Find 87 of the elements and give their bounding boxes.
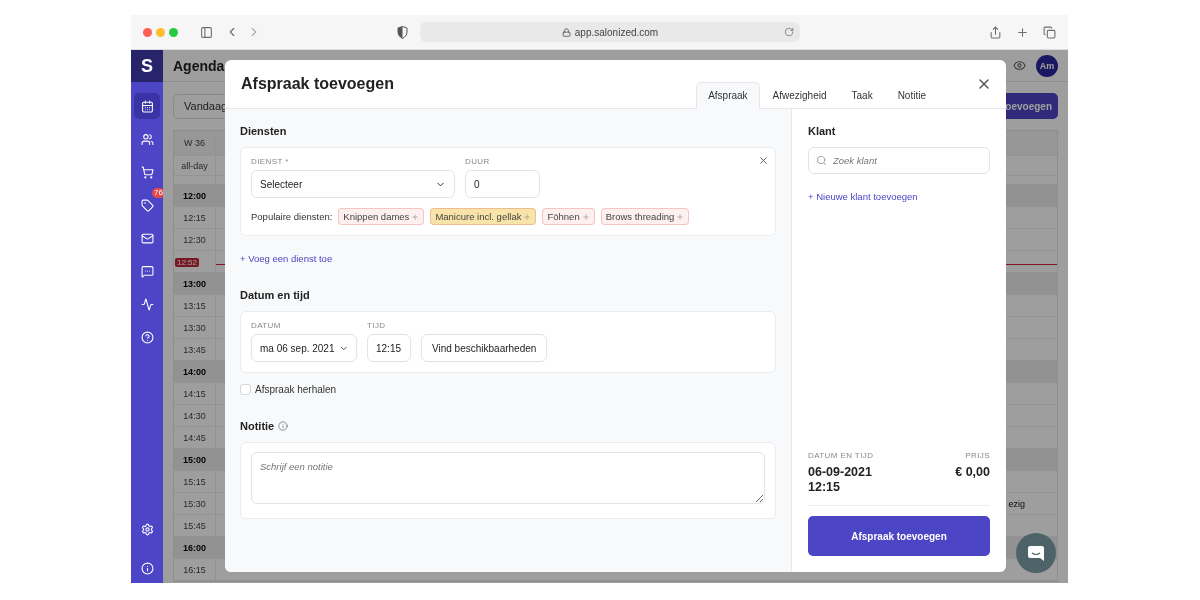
service-chip[interactable]: Knippen dames: [338, 208, 425, 225]
search-icon: [816, 155, 827, 166]
time-label: 15:45: [174, 515, 216, 536]
service-select[interactable]: Selecteer: [251, 170, 455, 198]
tag-icon: [140, 198, 154, 212]
tabs-icon[interactable]: [1043, 25, 1056, 39]
field-label: TIJD: [367, 321, 387, 330]
share-icon[interactable]: [989, 25, 1002, 39]
plus-icon: [523, 212, 532, 221]
tab[interactable]: Notitie: [885, 82, 938, 109]
time-field[interactable]: 12:15: [367, 334, 411, 362]
section-heading: Notitie: [240, 419, 275, 434]
field-label: DUUR: [465, 157, 491, 166]
service-chip[interactable]: Föhnen: [542, 208, 595, 225]
note-field[interactable]: Schrijf een notitie: [251, 452, 765, 504]
week-label: W 36: [174, 131, 216, 155]
field-label: DIENST *: [251, 157, 290, 166]
sidebar-item[interactable]: [134, 93, 160, 119]
event-text: ezig: [1008, 498, 1025, 509]
plus-icon: [581, 212, 590, 221]
eye-icon[interactable]: [1013, 59, 1026, 72]
time-label: 15:00: [174, 449, 216, 470]
summary-time: 12:15: [808, 480, 841, 495]
popular-label: Populaire diensten:: [251, 211, 333, 222]
summary-price: € 0,00: [955, 465, 990, 480]
service-chip[interactable]: Brows threading: [600, 208, 690, 225]
add-customer-link[interactable]: + Nieuwe klant toevoegen: [808, 191, 918, 202]
lock-icon: [561, 27, 571, 37]
field-label: DATUM: [251, 321, 282, 330]
summary-date: 06-09-2021: [808, 465, 873, 480]
chat-icon: [140, 264, 154, 278]
time-label: 13:15: [174, 295, 216, 316]
add-service-link[interactable]: + Voeg een dienst toe: [240, 253, 333, 264]
cart-icon: [140, 165, 154, 179]
avatar[interactable]: Am: [1036, 54, 1058, 77]
sidebar-icon[interactable]: [200, 25, 213, 39]
checkbox[interactable]: [240, 384, 251, 395]
users-icon: [140, 132, 154, 146]
plus-icon: [676, 212, 685, 221]
remove-button[interactable]: [758, 155, 769, 166]
search-field[interactable]: Zoek klant: [808, 147, 990, 174]
time-label: 13:00: [174, 273, 216, 294]
checkbox-label: Afspraak herhalen: [255, 384, 337, 395]
find-availability-button[interactable]: Vind beschikbaarheden: [421, 334, 548, 362]
time-label: 12:30: [174, 229, 216, 250]
shield-icon[interactable]: [397, 25, 408, 39]
time-label: 16:15: [174, 559, 216, 580]
chat-icon: [1027, 544, 1045, 562]
date-select[interactable]: ma 06 sep. 2021: [251, 334, 357, 362]
tab[interactable]: Taak: [839, 82, 885, 109]
time-label: 13:45: [174, 339, 216, 360]
duration-field[interactable]: 0: [465, 170, 540, 198]
summary-label: DATUM EN TIJD: [808, 451, 874, 460]
time-label: 14:45: [174, 427, 216, 448]
info-icon: [140, 561, 154, 575]
dialog-title: Afspraak toevoegen: [241, 75, 394, 93]
settings-icon: [140, 522, 154, 536]
logo[interactable]: S: [131, 50, 163, 82]
tab[interactable]: Afwezigheid: [760, 82, 839, 109]
new-tab-icon[interactable]: [1016, 25, 1029, 39]
calendar-icon: [140, 99, 154, 113]
time-label: 16:00: [174, 537, 216, 558]
summary-label: PRIJS: [964, 451, 990, 460]
time-label: 15:30: [174, 493, 216, 514]
time-label: 14:30: [174, 405, 216, 426]
section-heading: Klant: [808, 124, 837, 139]
time-label: 15:15: [174, 471, 216, 492]
plus-icon: [411, 212, 420, 221]
time-label: 12:00: [174, 185, 216, 206]
help-icon: [140, 330, 154, 344]
time-label: 13:30: [174, 317, 216, 338]
now-badge: 12:52: [175, 258, 200, 267]
page-title: Agenda: [173, 57, 225, 74]
time-label: 14:00: [174, 361, 216, 382]
window-close-button[interactable]: [143, 27, 152, 37]
section-heading: Datum en tijd: [240, 288, 311, 303]
time-label: 14:15: [174, 383, 216, 404]
section-heading: Diensten: [240, 124, 288, 139]
submit-button[interactable]: Afspraak toevoegen: [808, 516, 990, 556]
time-label: 12:15: [174, 207, 216, 228]
service-chip[interactable]: Manicure incl. gellak: [430, 208, 537, 225]
tab[interactable]: Afspraak: [696, 82, 760, 109]
pulse-icon: [140, 297, 154, 311]
all-day-label: all-day: [174, 156, 216, 175]
address-bar[interactable]: app.salonized.com: [420, 22, 800, 42]
reload-icon[interactable]: [784, 27, 794, 37]
mail-icon: [140, 231, 154, 245]
